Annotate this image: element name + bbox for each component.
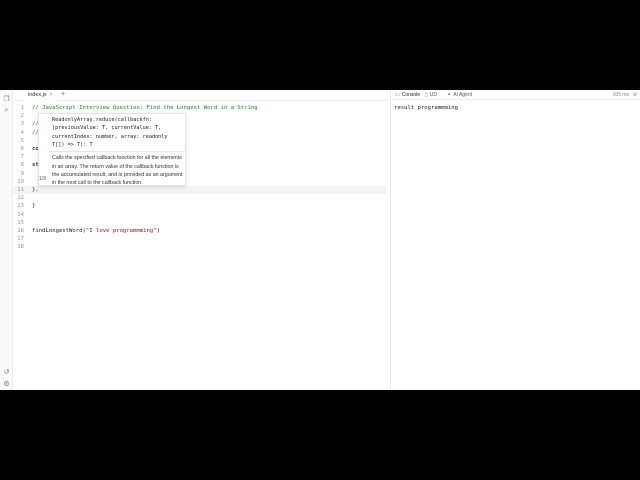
line-number: 16	[17, 228, 24, 234]
documentation-text: Calls the specified callback function fo…	[52, 155, 183, 187]
console-output: result programmming	[394, 105, 458, 111]
panel-tab-bar: ▭ Console ▯ UD ✦ AI Agent 105 ms ⊘	[391, 90, 640, 100]
activity-bar: ❐ ⌕ ↺ ⚙	[0, 90, 13, 390]
line-number: 15	[17, 219, 24, 226]
paren: )	[156, 228, 160, 234]
code-icon: ▯	[425, 92, 428, 98]
line-number: 3	[20, 121, 24, 128]
divider	[49, 151, 185, 153]
tab-console[interactable]: ▭ Console	[395, 91, 420, 99]
tab-ai-agent[interactable]: ✦ AI Agent	[447, 91, 472, 99]
editor-tab-bar: index.js × +	[14, 90, 389, 101]
line-text: // JavaScript Interview Question: Find t…	[32, 105, 258, 111]
line-text: }	[32, 203, 36, 210]
line-number: 12	[17, 195, 24, 202]
code-line[interactable]: 14	[14, 211, 386, 219]
code-line[interactable]: 17	[14, 235, 386, 243]
line-number: 2	[20, 113, 24, 120]
line-number: 14	[17, 211, 24, 218]
tab-label: UD	[429, 92, 437, 98]
signature-pager[interactable]: 1/3	[39, 176, 46, 182]
right-panel: ▭ Console ▯ UD ✦ AI Agent 105 ms ⊘ result p…	[390, 90, 640, 390]
files-icon[interactable]: ❐	[2, 94, 11, 103]
code-line[interactable]: 18	[14, 243, 386, 251]
string-literal: "I love programmming"	[85, 228, 157, 234]
tab-ud[interactable]: ▯ UD	[425, 91, 437, 99]
close-icon[interactable]: ×	[50, 92, 53, 98]
tab-label: Console	[401, 92, 421, 98]
code-editor: index.js × + 1 // JavaScript Interview Que…	[14, 90, 400, 390]
signature-help-popup: ReadonlyArray.reduce(callbackfn: (previo…	[38, 113, 186, 186]
code-line[interactable]: 12	[14, 194, 386, 202]
settings-icon[interactable]: ⚙	[2, 379, 11, 388]
code-line[interactable]: 1 // JavaScript Interview Question: Find …	[14, 104, 386, 112]
ide-window: ❐ ⌕ ↺ ⚙ index.js × + 1 // JavaScript Inter…	[0, 90, 640, 390]
run-timing: 105 ms	[612, 92, 629, 98]
tab-label: AI Agent	[453, 92, 473, 98]
code-line[interactable]: 15	[14, 219, 386, 227]
line-number: 18	[17, 244, 24, 251]
line-number: 1	[20, 105, 24, 111]
line-number: 4	[20, 129, 24, 136]
line-number: 7	[20, 154, 24, 161]
line-number: 17	[17, 236, 24, 243]
sparkle-icon: ✦	[447, 92, 452, 98]
clear-console-icon[interactable]: ⊘	[633, 91, 637, 99]
line-number: 13	[17, 203, 24, 210]
line-number: 9	[20, 170, 24, 177]
function-name: findLongestWord(	[32, 228, 86, 234]
code-line[interactable]: 16 findLongestWord("I love programmming")	[14, 227, 386, 235]
history-icon[interactable]: ↺	[2, 367, 11, 376]
line-text: findLongestWord("I love programmming")	[32, 227, 160, 235]
line-number: 8	[20, 162, 24, 169]
line-number: 5	[20, 137, 24, 144]
line-number: 6	[20, 146, 24, 152]
add-tab-button[interactable]: +	[61, 90, 65, 100]
terminal-icon: ▭	[395, 92, 400, 98]
code-line[interactable]: 13}	[14, 202, 386, 210]
line-text: },	[32, 187, 39, 193]
tab-label: index.js	[28, 92, 47, 98]
signature-text: ReadonlyArray.reduce(callbackfn: (previo…	[52, 117, 168, 148]
tab-index-js[interactable]: index.js ×	[24, 91, 57, 101]
line-number: 10	[17, 178, 24, 185]
search-icon[interactable]: ⌕	[2, 106, 11, 115]
line-number: 11	[17, 187, 24, 193]
